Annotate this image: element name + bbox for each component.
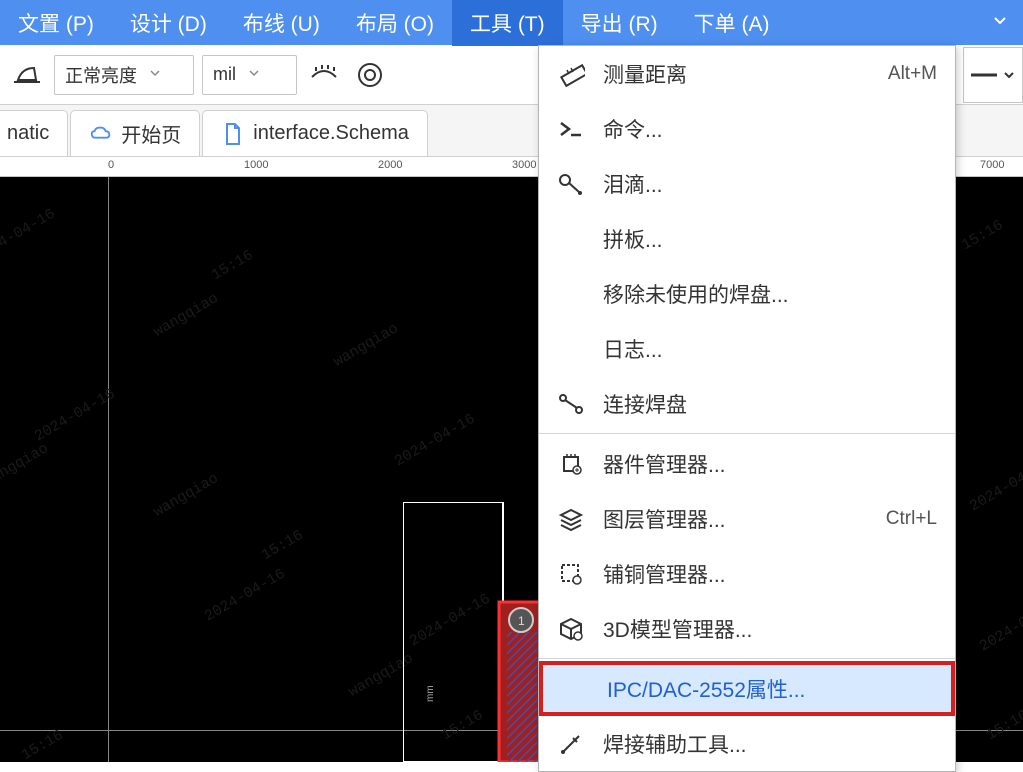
watermark: 15:16: [439, 707, 486, 744]
menu-entry-label: 泪滴...: [603, 169, 937, 199]
watermark: 2024-04-16: [407, 591, 493, 651]
tab-interface[interactable]: interface.Schema: [202, 110, 428, 156]
eye-icon[interactable]: [305, 56, 343, 94]
watermark: 2024-04-16: [202, 566, 288, 626]
menu-entry-label: 拼板...: [603, 224, 937, 254]
menu-entry-label: 命令...: [603, 114, 937, 144]
menu-order[interactable]: 下单 (A): [676, 0, 788, 46]
menu-bar: 文置 (P) 设计 (D) 布线 (U) 布局 (O) 工具 (T) 导出 (R…: [0, 0, 1023, 45]
menu-overflow-icon[interactable]: [977, 3, 1023, 42]
connect-icon: [557, 390, 585, 418]
watermark: 15:16: [209, 247, 256, 284]
menu-panelize[interactable]: 拼板...: [539, 211, 955, 266]
watermark: 2024-04-16: [32, 386, 118, 446]
chip-icon: [557, 450, 585, 478]
menu-3d-model-manager[interactable]: 3D模型管理器...: [539, 601, 955, 656]
blank-icon: [557, 335, 585, 363]
menu-connect-pads[interactable]: 连接焊盘: [539, 376, 955, 431]
menu-entry-label: 3D模型管理器...: [603, 614, 937, 644]
ruler-mark: 3000: [512, 159, 536, 171]
menu-entry-label: 移除未使用的焊盘...: [603, 279, 937, 309]
tab-schematic[interactable]: natic: [0, 110, 68, 156]
tab-label: interface.Schema: [253, 122, 409, 145]
watermark: 2024-04-16: [977, 596, 1023, 656]
copper-icon: [557, 560, 585, 588]
watermark: wangqiao: [151, 290, 222, 341]
watermark: 2024-04-16: [392, 411, 478, 471]
menu-separator: [539, 658, 955, 659]
unit-label: mil: [213, 64, 236, 85]
svg-text:1: 1: [518, 614, 525, 628]
watermark: wangqiao: [0, 440, 51, 491]
menu-copper-manager[interactable]: 铺铜管理器...: [539, 546, 955, 601]
menu-entry-label: IPC/DAC-2552属性...: [607, 674, 933, 704]
teardrop-icon: [557, 170, 585, 198]
menu-layout[interactable]: 布局 (O): [338, 0, 452, 46]
ruler-mark: 0: [108, 159, 114, 171]
tab-label: natic: [7, 122, 49, 145]
menu-layer-manager[interactable]: 图层管理器... Ctrl+L: [539, 491, 955, 546]
blank-icon: [561, 675, 589, 703]
menu-shortcut: Ctrl+L: [886, 508, 937, 530]
menu-entry-label: 日志...: [603, 334, 937, 364]
menu-route[interactable]: 布线 (U): [225, 0, 338, 46]
document-icon: [221, 122, 245, 146]
ruler-mark: 7000: [980, 159, 1004, 171]
brightness-dropdown[interactable]: 正常亮度: [54, 55, 194, 95]
menu-design[interactable]: 设计 (D): [112, 0, 225, 46]
menu-entry-label: 器件管理器...: [603, 449, 937, 479]
line-style-dropdown[interactable]: [963, 47, 1023, 103]
menu-entry-label: 连接焊盘: [603, 389, 937, 419]
menu-log[interactable]: 日志...: [539, 321, 955, 376]
brightness-label: 正常亮度: [65, 62, 137, 88]
tab-startpage[interactable]: 开始页: [70, 110, 200, 156]
watermark: wangqiao: [331, 320, 402, 371]
svg-text:mm: mm: [425, 685, 436, 702]
watermark: wangqiao: [151, 470, 222, 521]
chevron-down-icon: [248, 67, 260, 82]
menu-measure-distance[interactable]: 测量距离 Alt+M: [539, 46, 955, 101]
menu-shortcut: Alt+M: [888, 63, 937, 85]
menu-remove-unused-pads[interactable]: 移除未使用的焊盘...: [539, 266, 955, 321]
chevron-down-icon: [149, 67, 161, 82]
watermark: 15:16: [19, 727, 66, 762]
cube-icon: [557, 615, 585, 643]
menu-ipc-dac-properties[interactable]: IPC/DAC-2552属性...: [539, 661, 955, 716]
watermark: 2024-04-16: [967, 456, 1023, 516]
menu-command[interactable]: 命令...: [539, 101, 955, 156]
solder-icon: [557, 730, 585, 758]
menu-entry-label: 铺铜管理器...: [603, 559, 937, 589]
cloud-icon: [89, 122, 113, 146]
menu-tools[interactable]: 工具 (T): [452, 0, 563, 46]
iron-icon[interactable]: [8, 56, 46, 94]
watermark: 15:16: [259, 527, 306, 564]
pcb-preview: 1 mm: [403, 502, 543, 762]
menu-separator: [539, 433, 955, 434]
menu-teardrop[interactable]: 泪滴...: [539, 156, 955, 211]
menu-entry-label: 焊接辅助工具...: [603, 729, 937, 759]
terminal-icon: [557, 115, 585, 143]
menu-component-manager[interactable]: 器件管理器...: [539, 436, 955, 491]
unit-dropdown[interactable]: mil: [202, 55, 297, 95]
blank-icon: [557, 280, 585, 308]
menu-export[interactable]: 导出 (R): [563, 0, 676, 46]
tab-label: 开始页: [121, 119, 181, 148]
layers-icon: [557, 505, 585, 533]
tools-menu: 测量距离 Alt+M 命令... 泪滴... 拼板... 移除未使用的焊盘...…: [538, 45, 956, 772]
ruler-icon: [557, 60, 585, 88]
watermark: 15:16: [984, 707, 1023, 744]
watermark: 2024-04-16: [0, 206, 58, 266]
menu-place[interactable]: 文置 (P): [0, 0, 112, 46]
menu-entry-label: 图层管理器...: [603, 504, 868, 534]
menu-soldering-assist[interactable]: 焊接辅助工具...: [539, 716, 955, 771]
blank-icon: [557, 225, 585, 253]
watermark: wangqiao: [346, 650, 417, 701]
watermark: 15:16: [959, 217, 1006, 254]
ruler-mark: 1000: [244, 159, 268, 171]
crosshair-vertical: [108, 177, 109, 762]
menu-entry-label: 测量距离: [603, 59, 870, 89]
target-icon[interactable]: [351, 56, 389, 94]
ruler-mark: 2000: [378, 159, 402, 171]
